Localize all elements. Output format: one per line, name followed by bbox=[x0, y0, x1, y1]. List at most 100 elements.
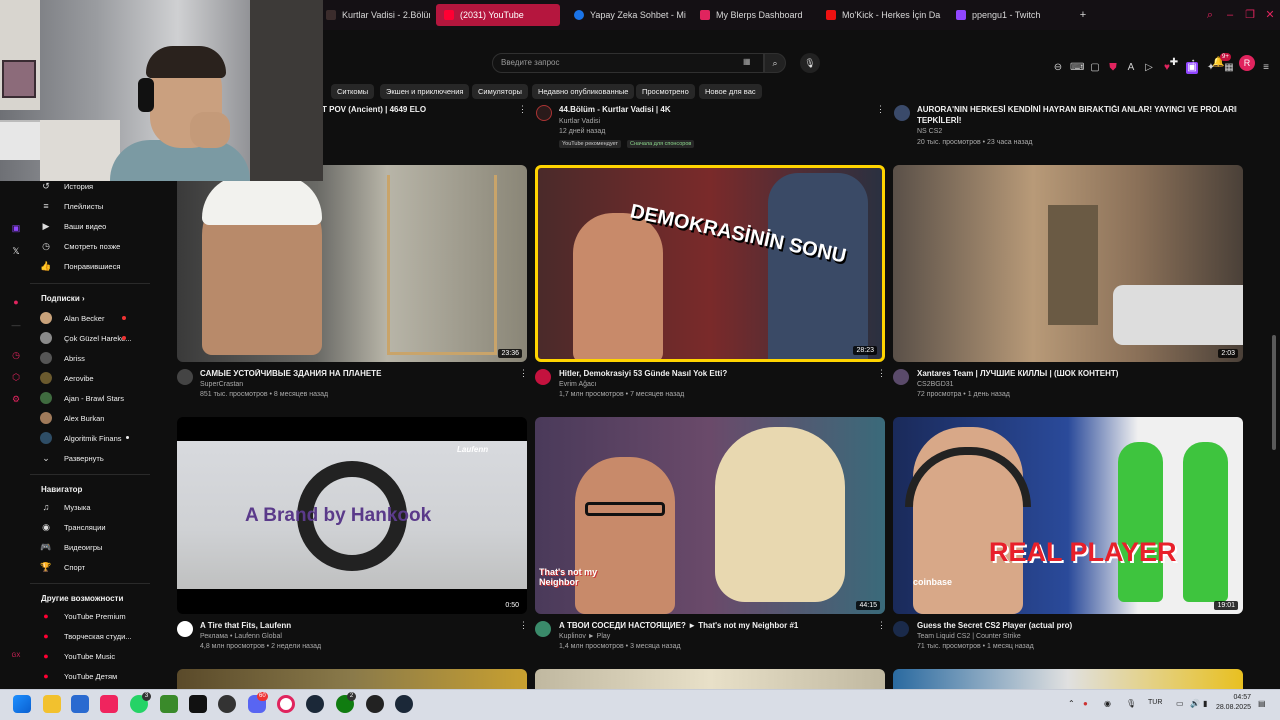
obs-icon[interactable] bbox=[218, 695, 236, 713]
video-thumbnail[interactable]: 23:36 bbox=[177, 165, 527, 362]
subscription-item[interactable]: Ajan - Brawl Stars bbox=[40, 391, 124, 405]
channel-name[interactable]: CS2BGD31 bbox=[917, 381, 954, 388]
more-options-icon[interactable]: ⋮ bbox=[519, 368, 528, 379]
screenshot-icon[interactable]: ⛊ bbox=[1107, 62, 1119, 74]
start-icon[interactable] bbox=[13, 695, 31, 713]
channel-avatar[interactable] bbox=[535, 621, 551, 637]
tray-app-icon[interactable]: ● bbox=[1083, 699, 1088, 708]
scrollbar-thumb[interactable] bbox=[1272, 335, 1276, 450]
music-app-icon[interactable] bbox=[100, 695, 118, 713]
chevron-up-icon[interactable]: ⌃ bbox=[1068, 699, 1075, 708]
video-thumbnail[interactable]: DEMOKRASİNİN SONU 28:23 bbox=[535, 165, 885, 362]
search-input[interactable]: Введите запрос bbox=[492, 53, 764, 73]
browser-tab[interactable]: Kurtlar Vadisi - 2.Bölüm | bbox=[318, 4, 430, 26]
channel-avatar[interactable] bbox=[177, 621, 193, 637]
twitch-rail-icon[interactable]: ▣ bbox=[10, 222, 22, 234]
language-icon[interactable]: A bbox=[1125, 62, 1137, 74]
channel-avatar[interactable] bbox=[893, 369, 909, 385]
subscription-item[interactable]: Çok Güzel Hareke... bbox=[40, 331, 132, 345]
capcut-icon[interactable] bbox=[189, 695, 207, 713]
cube-rail-icon[interactable]: ⬡ bbox=[10, 371, 22, 383]
subscription-item[interactable]: Aerovibe bbox=[40, 371, 94, 385]
gx-rail-icon[interactable]: GX bbox=[10, 650, 22, 662]
ad-channel-name[interactable]: Реклама • Laufenn Global bbox=[200, 633, 282, 640]
translate-icon[interactable]: ⌨ bbox=[1070, 62, 1084, 74]
sidebar-item-studio[interactable]: ● Творческая студи... bbox=[40, 629, 131, 643]
settings-rail-icon[interactable]: ⚙ bbox=[10, 393, 22, 405]
sidebar-item-watch-later[interactable]: ◷ Смотреть позже bbox=[40, 239, 120, 253]
sidebar-item-music-app[interactable]: ● YouTube Music bbox=[40, 649, 115, 663]
account-avatar[interactable]: R bbox=[1239, 55, 1255, 71]
video-thumbnail[interactable]: That's not my Neighbor 44:15 bbox=[535, 417, 885, 614]
new-tab-button[interactable]: + bbox=[1074, 4, 1092, 26]
video-title[interactable]: AURORA'NIN HERKESİ KENDİNİ HAYRAN BIRAKT… bbox=[917, 105, 1237, 114]
chip-action[interactable]: Экшен и приключения bbox=[380, 84, 470, 99]
sidebar-item-live[interactable]: ◉ Трансляции bbox=[40, 520, 105, 534]
browser-tab[interactable]: ppengu1 - Twitch bbox=[948, 4, 1068, 26]
sidebar-item-playlists[interactable]: ≡ Плейлисты bbox=[40, 199, 103, 213]
bookmark-icon[interactable]: ▢ bbox=[1089, 62, 1101, 74]
close-icon[interactable]: ✕ bbox=[1262, 7, 1278, 23]
video-thumbnail[interactable]: REAL PLAYER coinbase 19:01 bbox=[893, 417, 1243, 614]
expand-button[interactable]: ⌄ Развернуть bbox=[40, 451, 104, 465]
chip-sitcoms[interactable]: Ситкомы bbox=[331, 84, 375, 99]
create-icon[interactable]: ✚ bbox=[1168, 57, 1180, 69]
subscription-item[interactable]: Alan Becker bbox=[40, 311, 104, 325]
chip-simulators[interactable]: Симуляторы bbox=[472, 84, 528, 99]
keyboard-icon[interactable]: ▦ bbox=[743, 58, 753, 66]
more-options-icon[interactable]: ⋮ bbox=[518, 104, 527, 115]
channel-avatar[interactable] bbox=[177, 369, 193, 385]
more-options-icon[interactable]: ⋮ bbox=[877, 620, 886, 631]
video-title[interactable]: А ТВОИ СОСЕДИ НАСТОЯЩИЕ? ► That's not my… bbox=[559, 621, 869, 630]
steam-icon-2[interactable] bbox=[395, 695, 413, 713]
video-thumbnail[interactable] bbox=[893, 669, 1243, 689]
video-thumbnail[interactable] bbox=[177, 669, 527, 689]
subscriptions-heading[interactable]: Подписки › bbox=[41, 294, 85, 303]
zoom-icon[interactable]: ⊖ bbox=[1052, 62, 1064, 74]
sidebar-item-premium[interactable]: ● YouTube Premium bbox=[40, 609, 125, 623]
mic-icon[interactable]: 🎙 bbox=[800, 53, 820, 73]
network-icon[interactable]: ▭ bbox=[1176, 699, 1184, 708]
maximize-icon[interactable]: ❐ bbox=[1242, 7, 1258, 23]
sidebar-item-history[interactable]: ↺ История bbox=[40, 179, 93, 193]
minimize-icon[interactable]: – bbox=[1222, 7, 1238, 23]
search-icon[interactable]: ⌕ bbox=[1202, 7, 1218, 23]
video-title[interactable]: 44.Bölüm - Kurtlar Vadisi | 4K bbox=[559, 105, 859, 114]
sidebar-item-gaming[interactable]: 🎮 Видеоигры bbox=[40, 540, 102, 554]
clock[interactable]: 04:57 28.08.2025 bbox=[1213, 693, 1251, 713]
channel-name[interactable]: Team Liquid CS2 | Counter Strike bbox=[917, 633, 1021, 640]
app-g-icon[interactable] bbox=[366, 695, 384, 713]
video-title[interactable]: Hitler, Demokrasiyi 53 Günde Nasıl Yok E… bbox=[559, 369, 869, 378]
subscription-item[interactable]: Alex Burkan bbox=[40, 411, 104, 425]
subscription-item[interactable]: Algoritmik Finans bbox=[40, 431, 122, 445]
store-icon[interactable] bbox=[71, 695, 89, 713]
chip-new[interactable]: Новое для вас bbox=[699, 84, 762, 99]
clock-rail-icon[interactable]: ◷ bbox=[10, 349, 22, 361]
sidebar-item-kids[interactable]: ● YouTube Детям bbox=[40, 669, 117, 683]
video-title[interactable]: САМЫЕ УСТОЙЧИВЫЕ ЗДАНИЯ НА ПЛАНЕТЕ bbox=[200, 369, 510, 378]
channel-avatar[interactable] bbox=[536, 105, 552, 121]
more-options-icon[interactable]: ⋮ bbox=[876, 104, 885, 115]
chip-watched[interactable]: Просмотрено bbox=[636, 84, 695, 99]
chip-recent[interactable]: Недавно опубликованные bbox=[532, 84, 635, 99]
notification-center-icon[interactable]: ▤ bbox=[1258, 699, 1266, 708]
browser-tab-active[interactable]: (2031) YouTube bbox=[436, 4, 560, 26]
sidebar-item-your-videos[interactable]: ▶ Ваши видео bbox=[40, 219, 107, 233]
channel-name[interactable]: NS CS2 bbox=[917, 128, 942, 135]
video-title[interactable]: Guess the Secret CS2 Player (actual pro) bbox=[917, 621, 1227, 630]
minecraft-icon[interactable] bbox=[160, 695, 178, 713]
subscription-item[interactable]: Abriss bbox=[40, 351, 85, 365]
language-indicator[interactable]: TUR bbox=[1148, 699, 1162, 706]
battery-icon[interactable]: ▮ bbox=[1203, 699, 1207, 708]
channel-name[interactable]: SuperCrastan bbox=[200, 381, 243, 388]
video-title[interactable]: A Tire that Fits, Laufenn bbox=[200, 621, 510, 630]
x-rail-icon[interactable]: 𝕏 bbox=[10, 245, 22, 257]
browser-tab[interactable]: My Blerps Dashboard bbox=[692, 4, 812, 26]
extension-box-icon[interactable]: ▦ bbox=[1223, 62, 1235, 74]
search-button[interactable]: ⌕ bbox=[764, 53, 786, 73]
video-thumbnail[interactable] bbox=[535, 669, 885, 689]
opera-gx-icon[interactable] bbox=[277, 695, 295, 713]
channel-avatar[interactable] bbox=[894, 105, 910, 121]
upload-icon[interactable]: ↑ bbox=[1187, 57, 1199, 69]
steam-icon[interactable] bbox=[306, 695, 324, 713]
